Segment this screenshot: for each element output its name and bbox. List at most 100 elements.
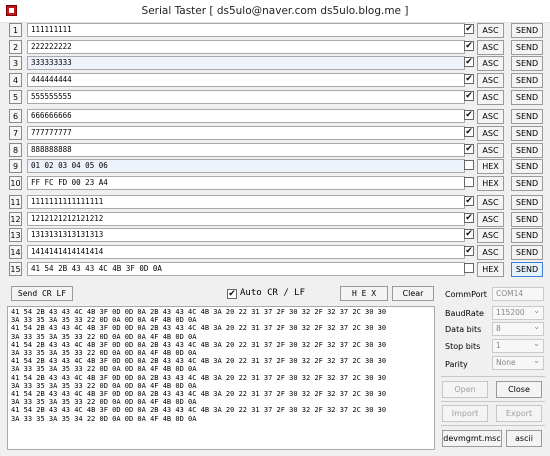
crlf-checkbox[interactable]: ✔ — [464, 41, 474, 51]
row-number-button[interactable]: 7 — [9, 126, 22, 140]
close-button[interactable]: Close — [496, 381, 542, 398]
baud-rate-select[interactable]: 115200 — [492, 305, 544, 320]
clear-button[interactable]: Clear — [392, 286, 434, 301]
send-button[interactable]: SEND — [511, 109, 543, 124]
import-button[interactable]: Import — [442, 405, 488, 422]
send-button[interactable]: SEND — [511, 245, 543, 260]
mode-toggle-button[interactable]: ASC — [477, 212, 504, 227]
baud-rate-label: BaudRate — [445, 309, 484, 318]
crlf-checkbox[interactable]: ✔ — [464, 213, 474, 223]
log-line: 41 54 2B 43 43 4C 4B 3F 0D 0D 0A 2B 43 4… — [11, 340, 387, 349]
devmgmt-button[interactable]: devmgmt.msc — [442, 430, 502, 447]
data-bits-select[interactable]: 8 — [492, 321, 544, 336]
command-input[interactable]: 888888888 — [27, 143, 465, 157]
mode-toggle-button[interactable]: HEX — [477, 262, 504, 277]
log-line: 41 54 2B 43 43 4C 4B 3F 0D 0D 0A 2B 43 4… — [11, 357, 387, 366]
command-row: 10 FF FC FD 00 23 A4 HEX SEND — [7, 176, 543, 191]
row-number-button[interactable]: 3 — [9, 56, 22, 70]
command-input[interactable]: 333333333 — [27, 56, 465, 70]
row-number-button[interactable]: 8 — [9, 143, 22, 157]
send-button[interactable]: SEND — [511, 126, 543, 141]
command-input[interactable]: 1111111111111111 — [27, 195, 465, 209]
open-button[interactable]: Open — [442, 381, 488, 398]
mode-toggle-button[interactable]: ASC — [477, 126, 504, 141]
send-button[interactable]: SEND — [511, 73, 543, 88]
command-input[interactable]: 111111111 — [27, 23, 465, 37]
parity-select[interactable]: None — [492, 355, 544, 370]
row-number-button[interactable]: 4 — [9, 73, 22, 87]
comm-port-field[interactable]: COM14 — [492, 287, 544, 301]
row-number-button[interactable]: 9 — [9, 159, 22, 173]
send-button[interactable]: SEND — [511, 195, 543, 210]
mode-toggle-button[interactable]: ASC — [477, 23, 504, 38]
mode-toggle-button[interactable]: ASC — [477, 195, 504, 210]
comm-port-label: CommPort — [445, 290, 487, 299]
log-line: 3A 33 35 3A 35 33 22 0D 0A 0D 0A 4F 4B 0… — [11, 381, 197, 390]
stop-bits-select[interactable]: 1 — [492, 338, 544, 353]
crlf-checkbox[interactable]: ✔ — [464, 24, 474, 34]
send-button[interactable]: SEND — [511, 56, 543, 71]
command-row: 1 111111111 ✔ ASC SEND — [7, 23, 543, 38]
command-input[interactable]: 777777777 — [27, 126, 465, 140]
crlf-checkbox[interactable] — [464, 160, 474, 170]
send-button[interactable]: SEND — [511, 228, 543, 243]
mode-toggle-button[interactable]: ASC — [477, 90, 504, 105]
command-row: 12 1212121212121212 ✔ ASC SEND — [7, 212, 543, 227]
export-button[interactable]: Export — [496, 405, 542, 422]
send-button[interactable]: SEND — [511, 262, 543, 277]
send-button[interactable]: SEND — [511, 176, 543, 191]
crlf-checkbox[interactable]: ✔ — [464, 127, 474, 137]
crlf-checkbox[interactable]: ✔ — [464, 74, 474, 84]
crlf-checkbox[interactable]: ✔ — [464, 91, 474, 101]
crlf-checkbox[interactable]: ✔ — [464, 229, 474, 239]
mode-toggle-button[interactable]: ASC — [477, 143, 504, 158]
command-input[interactable]: 444444444 — [27, 73, 465, 87]
row-number-button[interactable]: 5 — [9, 90, 22, 104]
crlf-checkbox[interactable] — [464, 263, 474, 273]
crlf-checkbox[interactable]: ✔ — [464, 196, 474, 206]
mode-toggle-button[interactable]: ASC — [477, 40, 504, 55]
row-number-button[interactable]: 11 — [9, 195, 22, 209]
row-number-button[interactable]: 10 — [9, 176, 22, 190]
crlf-checkbox[interactable] — [464, 177, 474, 187]
mode-toggle-button[interactable]: ASC — [477, 245, 504, 260]
send-button[interactable]: SEND — [511, 212, 543, 227]
crlf-checkbox[interactable]: ✔ — [464, 57, 474, 67]
receive-log[interactable]: 41 54 2B 43 43 4C 4B 3F 0D 0D 0A 2B 43 4… — [7, 306, 435, 450]
command-input[interactable]: 01 02 03 04 05 06 — [27, 159, 465, 173]
command-input[interactable]: 1313131313131313 — [27, 228, 465, 242]
mode-toggle-button[interactable]: ASC — [477, 56, 504, 71]
crlf-checkbox[interactable]: ✔ — [464, 246, 474, 256]
send-button[interactable]: SEND — [511, 159, 543, 174]
command-input[interactable]: 1414141414141414 — [27, 245, 465, 259]
command-input[interactable]: 41 54 2B 43 43 4C 4B 3F 0D 0A — [27, 262, 465, 276]
send-crlf-button[interactable]: Send CR LF — [11, 286, 73, 301]
mode-toggle-button[interactable]: ASC — [477, 228, 504, 243]
send-button[interactable]: SEND — [511, 90, 543, 105]
send-button[interactable]: SEND — [511, 143, 543, 158]
row-number-button[interactable]: 1 — [9, 23, 22, 37]
command-input[interactable]: 666666666 — [27, 109, 465, 123]
row-number-button[interactable]: 13 — [9, 228, 22, 242]
crlf-checkbox[interactable]: ✔ — [464, 144, 474, 154]
row-number-button[interactable]: 14 — [9, 245, 22, 259]
hex-toggle-button[interactable]: H E X — [340, 286, 388, 301]
mode-toggle-button[interactable]: HEX — [477, 159, 504, 174]
ascii-button[interactable]: ascii — [506, 430, 542, 447]
command-input[interactable]: 555555555 — [27, 90, 465, 104]
command-row: 4 444444444 ✔ ASC SEND — [7, 73, 543, 88]
mode-toggle-button[interactable]: ASC — [477, 109, 504, 124]
mode-toggle-button[interactable]: ASC — [477, 73, 504, 88]
send-button[interactable]: SEND — [511, 40, 543, 55]
crlf-checkbox[interactable]: ✔ — [464, 110, 474, 120]
row-number-button[interactable]: 6 — [9, 109, 22, 123]
row-number-button[interactable]: 15 — [9, 262, 22, 276]
command-input[interactable]: FF FC FD 00 23 A4 — [27, 176, 465, 190]
row-number-button[interactable]: 12 — [9, 212, 22, 226]
row-number-button[interactable]: 2 — [9, 40, 22, 54]
mode-toggle-button[interactable]: HEX — [477, 176, 504, 191]
command-input[interactable]: 1212121212121212 — [27, 212, 465, 226]
command-input[interactable]: 222222222 — [27, 40, 465, 54]
send-button[interactable]: SEND — [511, 23, 543, 38]
auto-crlf-checkbox[interactable]: ✔ — [227, 289, 237, 299]
